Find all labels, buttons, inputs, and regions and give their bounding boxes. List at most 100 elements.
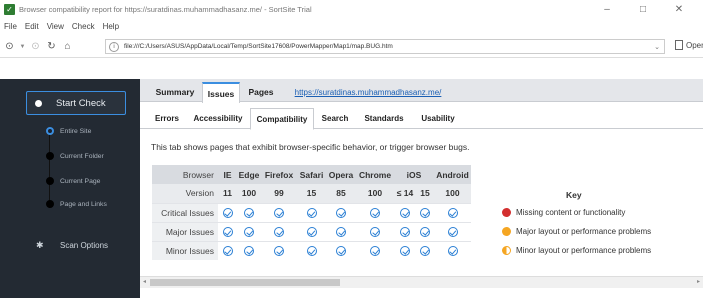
back-dropdown-icon[interactable]: ▼ (19, 44, 26, 50)
url-text: file:///C:/Users/ASUS/AppData/Local/Temp… (124, 43, 393, 50)
check-cell[interactable] (416, 202, 434, 222)
sidebar-item-current-page[interactable]: Current Page (46, 174, 100, 188)
minimize-button[interactable]: – (589, 4, 625, 15)
maximize-button[interactable]: □ (625, 4, 661, 15)
check-circle-icon (370, 226, 380, 237)
title-bar: ✓ Browser compatibility report for https… (0, 0, 703, 19)
tab-standards[interactable]: Standards (356, 108, 412, 129)
browser-name: Android (434, 165, 471, 184)
key-label: Missing content or functionality (516, 208, 626, 217)
key-item-critical: Missing content or functionality (502, 208, 625, 217)
check-circle-icon (274, 246, 284, 257)
check-cell[interactable] (237, 221, 261, 241)
check-cell[interactable] (356, 240, 394, 260)
menu-file[interactable]: File (4, 22, 17, 31)
app-check-icon: ✓ (4, 4, 15, 15)
tab-description: This tab shows pages that exhibit browse… (151, 142, 470, 152)
check-circle-icon (400, 207, 410, 218)
key-item-minor: Minor layout or performance problems (502, 246, 651, 255)
check-cell[interactable] (416, 240, 434, 260)
check-cell[interactable] (297, 221, 326, 241)
check-cell[interactable] (356, 202, 394, 222)
check-cell[interactable] (237, 240, 261, 260)
scan-options-button[interactable]: ✱ Scan Options (36, 240, 108, 251)
check-cell[interactable] (434, 240, 471, 260)
key-label: Minor layout or performance problems (516, 246, 652, 255)
start-check-button[interactable]: Start Check (26, 91, 126, 115)
menu-view[interactable]: View (47, 22, 64, 31)
table-row-major: Major Issues (152, 221, 471, 241)
sidebar-item-entire-site[interactable]: Entire Site (46, 124, 91, 138)
check-cell[interactable] (218, 240, 237, 260)
url-field[interactable]: i file:///C:/Users/ASUS/AppData/Local/Te… (105, 39, 665, 54)
row-label: Major Issues (152, 221, 218, 241)
tab-errors[interactable]: Errors (150, 108, 184, 129)
check-cell[interactable] (326, 240, 356, 260)
check-cell[interactable] (261, 240, 297, 260)
version-value: 11 (218, 184, 237, 203)
menu-edit[interactable]: Edit (25, 22, 39, 31)
back-icon[interactable]: ⊙ (3, 41, 16, 52)
check-circle-icon (420, 246, 430, 257)
check-cell[interactable] (237, 202, 261, 222)
scan-options-label: Scan Options (60, 241, 109, 250)
check-circle-icon (336, 207, 346, 218)
check-cell[interactable] (434, 221, 471, 241)
url-dropdown-icon[interactable]: ⌄ (654, 43, 660, 51)
check-cell[interactable] (261, 202, 297, 222)
check-cell[interactable] (326, 202, 356, 222)
version-label: Version (152, 184, 218, 203)
sidebar-item-label: Page and Links (60, 200, 107, 208)
browser-name: Safari (297, 165, 326, 184)
tab-pages[interactable]: Pages (243, 82, 279, 102)
check-cell[interactable] (297, 202, 326, 222)
home-icon[interactable]: ⌂ (61, 41, 74, 52)
compatibility-table: Browser IE Edge Firefox Safari Opera Chr… (152, 165, 471, 260)
check-cell[interactable] (394, 240, 416, 260)
check-cell[interactable] (394, 202, 416, 222)
check-cell[interactable] (326, 221, 356, 241)
sidebar-item-page-and-links[interactable]: Page and Links (46, 197, 107, 211)
window-controls: – □ ✕ (589, 0, 697, 19)
horizontal-scrollbar[interactable]: ◂ ▸ (140, 276, 703, 288)
tab-search[interactable]: Search (317, 108, 353, 129)
open-button[interactable]: Open... (675, 40, 703, 50)
scroll-left-icon[interactable]: ◂ (143, 278, 146, 285)
check-cell[interactable] (218, 202, 237, 222)
tab-summary[interactable]: Summary (150, 82, 200, 102)
radio-selected-icon (46, 127, 54, 135)
check-cell[interactable] (434, 202, 471, 222)
scroll-right-icon[interactable]: ▸ (697, 278, 700, 285)
refresh-icon[interactable]: ↻ (45, 41, 58, 52)
tab-usability[interactable]: Usability (415, 108, 461, 129)
version-value: 100 (237, 184, 261, 203)
site-link[interactable]: https://suratdinas.muhammadhasanz.me/ (288, 82, 448, 102)
check-circle-icon (370, 246, 380, 257)
close-button[interactable]: ✕ (661, 4, 697, 15)
tab-compatibility[interactable]: Compatibility (250, 108, 314, 130)
top-tab-bar: Summary Issues Pages https://suratdinas.… (140, 79, 703, 103)
address-bar: ⊙ ▼ ⊙ ↻ ⌂ i file:///C:/Users/ASUS/AppDat… (0, 36, 703, 58)
menu-bar: File Edit View Check Help (0, 19, 127, 33)
check-cell[interactable] (356, 221, 394, 241)
forward-icon[interactable]: ⊙ (29, 41, 42, 52)
gear-icon: ✱ (36, 240, 44, 250)
menu-help[interactable]: Help (103, 22, 119, 31)
check-circle-icon (222, 246, 233, 257)
check-circle-icon (306, 207, 317, 218)
check-cell[interactable] (261, 221, 297, 241)
orange-dot-icon (502, 227, 511, 236)
check-cell[interactable] (218, 221, 237, 241)
tab-accessibility[interactable]: Accessibility (188, 108, 248, 129)
check-cell[interactable] (416, 221, 434, 241)
radio-icon (46, 177, 54, 185)
version-value: 99 (261, 184, 297, 203)
sidebar-item-current-folder[interactable]: Current Folder (46, 149, 104, 163)
menu-check[interactable]: Check (72, 22, 95, 31)
check-cell[interactable] (297, 240, 326, 260)
check-cell[interactable] (394, 221, 416, 241)
scrollbar-thumb[interactable] (150, 279, 340, 286)
tab-issues[interactable]: Issues (202, 82, 240, 103)
key-item-major: Major layout or performance problems (502, 227, 651, 236)
sidebar-item-label: Current Folder (60, 152, 104, 160)
